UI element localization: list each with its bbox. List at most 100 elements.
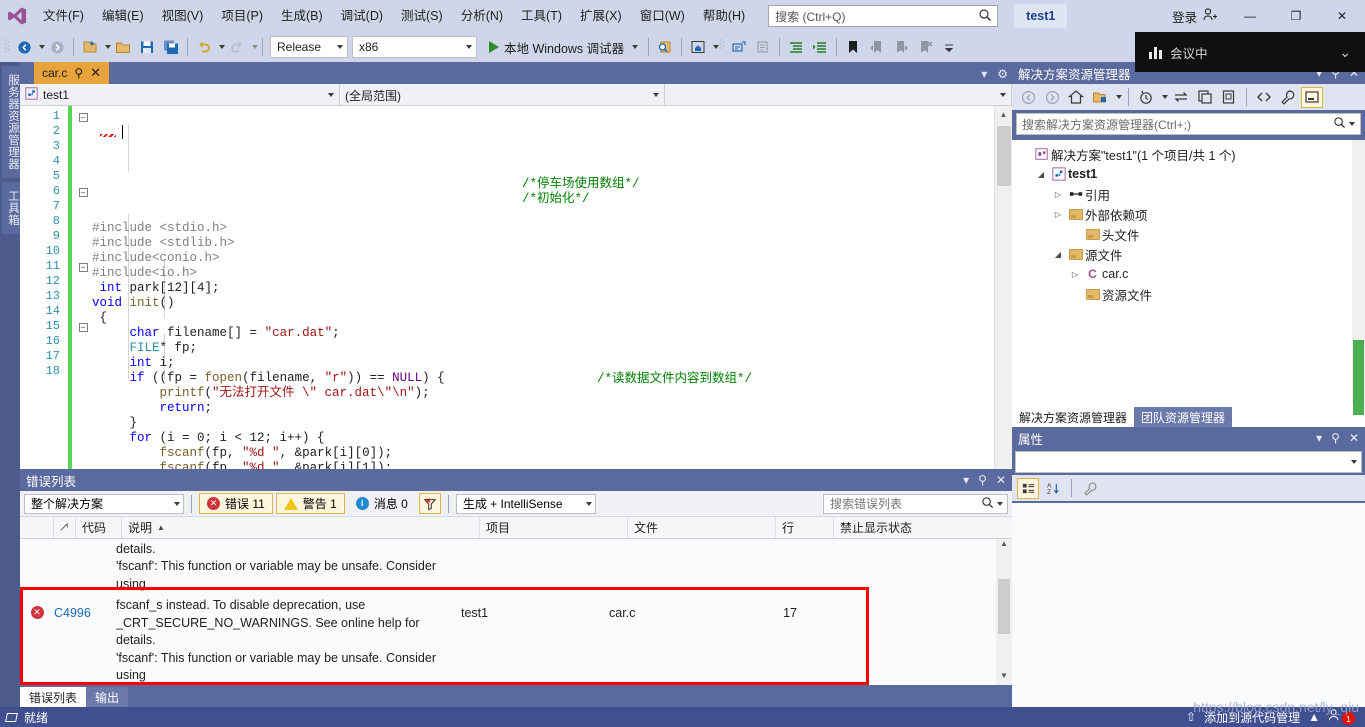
tab-output[interactable]: 输出 xyxy=(86,687,129,707)
error-search-input[interactable]: 搜索错误列表 xyxy=(823,493,1008,514)
collapse-all-icon[interactable] xyxy=(1218,87,1240,108)
code-line[interactable]: void init() xyxy=(92,296,994,311)
navigate-forward-button[interactable] xyxy=(45,35,69,59)
notifications-caret-icon[interactable]: ▲ xyxy=(1308,710,1320,724)
pin-icon[interactable]: ⚲ xyxy=(74,66,83,80)
code-line[interactable]: if ((fp = fopen(filename, "r")) == NULL)… xyxy=(92,371,994,386)
source-control-label[interactable]: 添加到源代码管理 xyxy=(1204,709,1300,726)
chevron-down-icon[interactable] xyxy=(1116,95,1122,99)
property-pages-wrench-icon[interactable] xyxy=(1079,478,1101,499)
decrease-indent-icon[interactable] xyxy=(808,35,832,59)
solution-explorer-scrollbar[interactable] xyxy=(1352,140,1365,415)
messages-filter-button[interactable]: i 消息 0 xyxy=(348,493,416,514)
twisty-icon[interactable]: ◢ xyxy=(1033,170,1049,179)
pin-icon[interactable]: ⚲ xyxy=(1331,431,1340,445)
redo-dropdown-icon[interactable] xyxy=(252,45,258,49)
twisty-icon[interactable]: ▷ xyxy=(1050,190,1066,199)
toolbar-grip[interactable] xyxy=(719,37,727,57)
error-list-rows[interactable]: ✕ _CRT_SECURE_NO_WARNINGS. See online hel… xyxy=(20,539,1012,685)
table-row[interactable]: ✕ C4996 fscanf_s instead. To disable depre… xyxy=(20,595,1012,685)
view-code-icon[interactable] xyxy=(1253,87,1275,108)
code-text[interactable]: #include <stdio.h> #include <stdlib.h> #in… xyxy=(92,109,994,491)
undo-button[interactable] xyxy=(192,35,216,59)
sign-in-button[interactable]: 登录 xyxy=(1162,7,1227,26)
redo-button[interactable] xyxy=(225,35,249,59)
toolbar-grip[interactable] xyxy=(4,37,12,57)
code-line[interactable]: int i; xyxy=(92,356,994,371)
show-all-files-icon[interactable] xyxy=(1089,87,1111,108)
gear-icon[interactable]: ⚙ xyxy=(997,67,1008,81)
error-scope-select[interactable]: 整个解决方案 xyxy=(24,493,184,514)
build-intellisense-select[interactable]: 生成 + IntelliSense xyxy=(455,493,596,514)
close-icon[interactable]: ✕ xyxy=(90,65,101,81)
categorized-view-icon[interactable] xyxy=(1017,477,1039,499)
chevron-down-icon[interactable]: ⌄ xyxy=(1339,44,1351,61)
menu-view[interactable]: 视图(V) xyxy=(153,4,213,28)
fold-gutter[interactable]: − − − − xyxy=(76,109,90,379)
menu-window[interactable]: 窗口(W) xyxy=(631,4,694,28)
clear-filter-button[interactable] xyxy=(418,493,441,514)
column-header-description[interactable]: 说明 ▲ xyxy=(122,517,480,538)
menu-project[interactable]: 项目(P) xyxy=(212,4,272,28)
warnings-filter-button[interactable]: 警告 1 xyxy=(275,493,345,514)
navigate-backward-button[interactable] xyxy=(12,35,36,59)
solution-platform-select[interactable]: x86 xyxy=(352,36,477,58)
tree-node-6[interactable]: ▷ Ccar.c xyxy=(1012,264,1365,284)
column-header-icon[interactable] xyxy=(20,517,54,538)
pin-icon[interactable]: ⚲ xyxy=(978,473,987,487)
start-debugging-button[interactable]: 本地 Windows 调试器 xyxy=(483,35,644,59)
fold-toggle-icon[interactable]: − xyxy=(76,184,90,199)
close-button[interactable]: ✕ xyxy=(1319,0,1365,32)
tab-error-list[interactable]: 错误列表 xyxy=(20,687,87,707)
fold-toggle-icon[interactable]: − xyxy=(76,259,90,274)
toolbar-overflow-button[interactable] xyxy=(937,35,961,59)
home-icon[interactable] xyxy=(1065,87,1087,108)
column-header-suppression-state[interactable]: 禁止显示状态 xyxy=(834,517,1012,538)
table-row[interactable]: ✕ _CRT_SECURE_NO_WARNINGS. See online hel… xyxy=(20,539,1012,595)
tree-node-0[interactable]: 解决方案"test1"(1 个项目/共 1 个) xyxy=(1012,144,1365,164)
next-bookmark-icon[interactable] xyxy=(889,35,913,59)
tree-node-3[interactable]: ▷ 外部依赖项 xyxy=(1012,204,1365,224)
sync-with-active-document-icon[interactable] xyxy=(1170,87,1192,108)
pending-changes-icon[interactable] xyxy=(1135,87,1157,108)
solution-explorer-search-input[interactable]: 搜索解决方案资源管理器(Ctrl+;) xyxy=(1016,113,1361,135)
column-header-project[interactable]: 项目 xyxy=(480,517,628,538)
meeting-status-widget[interactable]: 会议中 ⌄ xyxy=(1135,32,1365,72)
quick-search-box[interactable]: 搜索 (Ctrl+Q) xyxy=(768,5,999,27)
menu-file[interactable]: 文件(F) xyxy=(34,4,93,28)
preview-selected-items-icon[interactable] xyxy=(1301,86,1323,108)
code-line[interactable]: fscanf(fp, "%d ", &park[i][0]); xyxy=(92,446,994,461)
properties-grid[interactable] xyxy=(1012,503,1365,707)
close-icon[interactable]: ✕ xyxy=(1349,431,1359,445)
code-line[interactable]: for (i = 0; i < 12; i++) { xyxy=(92,431,994,446)
minimize-button[interactable]: — xyxy=(1227,0,1273,32)
twisty-icon[interactable]: ◢ xyxy=(1050,250,1066,259)
panel-menu-icon[interactable]: ▾ xyxy=(963,473,969,487)
code-line[interactable]: } xyxy=(92,416,994,431)
tab-list-dropdown-icon[interactable]: ▾ xyxy=(981,67,987,81)
menu-test[interactable]: 测试(S) xyxy=(392,4,452,28)
alphabetical-view-icon[interactable]: AZ xyxy=(1042,478,1064,499)
code-line[interactable]: #include<io.h> xyxy=(92,266,994,281)
back-icon[interactable] xyxy=(1017,87,1039,108)
tree-node-7[interactable]: 资源文件 xyxy=(1012,284,1365,304)
code-line[interactable]: char filename[] = "car.dat"; xyxy=(92,326,994,341)
column-header-suppression-icon[interactable] xyxy=(54,517,76,538)
menu-build[interactable]: 生成(B) xyxy=(272,4,332,28)
increase-indent-icon[interactable] xyxy=(784,35,808,59)
find-in-files-icon[interactable] xyxy=(653,35,677,59)
tree-node-5[interactable]: ◢ 源文件 xyxy=(1012,244,1365,264)
code-line[interactable]: #include <stdio.h> xyxy=(92,221,994,236)
open-file-button[interactable] xyxy=(111,35,135,59)
twisty-icon[interactable]: ▷ xyxy=(1050,210,1066,219)
menu-debug[interactable]: 调试(D) xyxy=(332,4,392,28)
menu-help[interactable]: 帮助(H) xyxy=(694,4,754,28)
code-line[interactable]: #include<conio.h> xyxy=(92,251,994,266)
column-header-code[interactable]: 代码 xyxy=(76,517,122,538)
scroll-up-arrow-icon[interactable]: ▲ xyxy=(996,539,1012,553)
code-line[interactable]: { xyxy=(92,311,994,326)
menu-tools[interactable]: 工具(T) xyxy=(512,4,571,28)
uncomment-selection-icon[interactable] xyxy=(751,35,775,59)
save-all-button[interactable] xyxy=(159,35,183,59)
clear-bookmarks-icon[interactable] xyxy=(913,35,937,59)
